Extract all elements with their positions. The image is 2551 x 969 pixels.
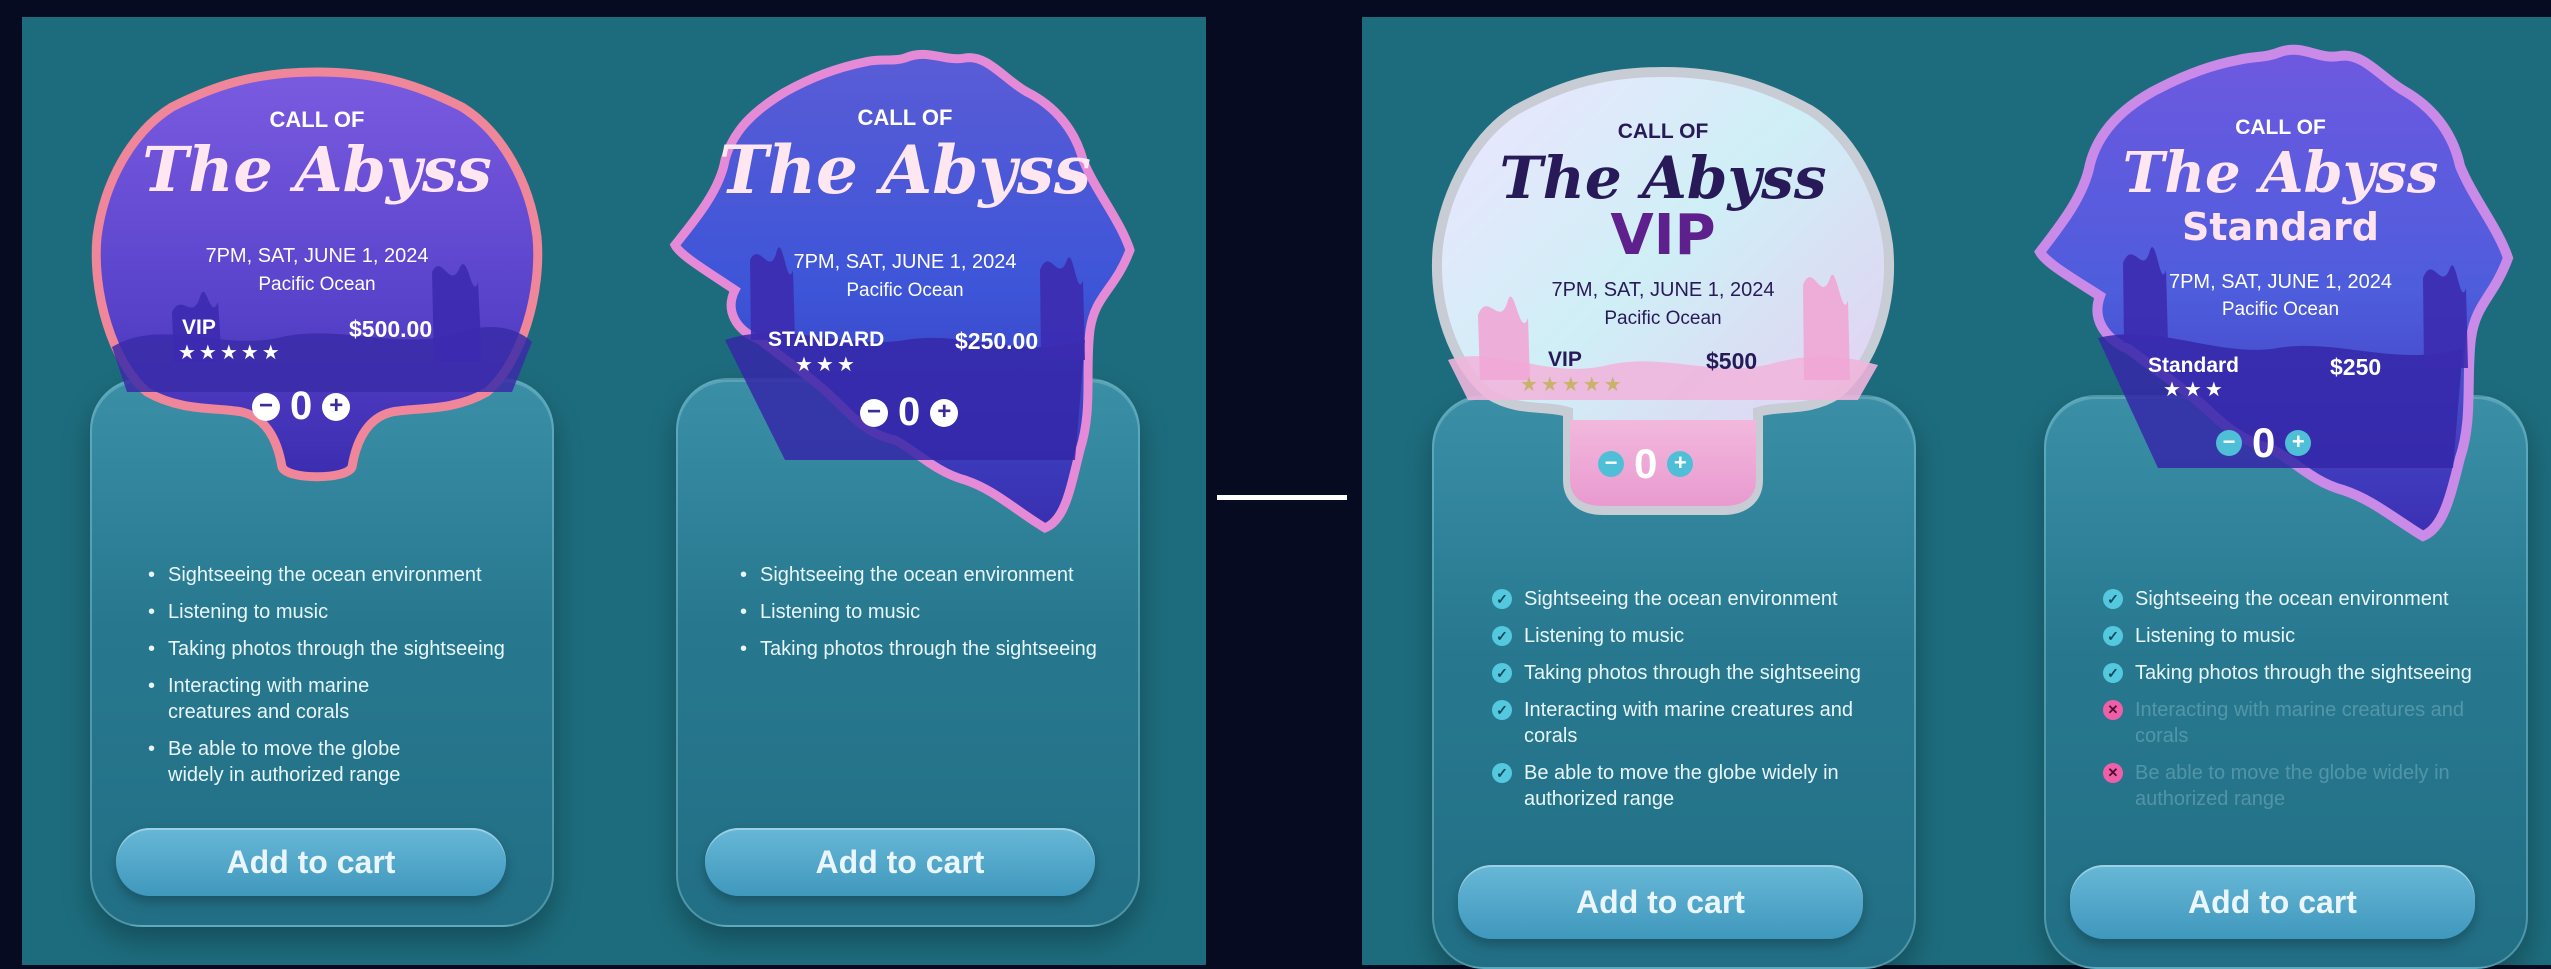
shell-ticket-vip-new: CALL OF The Abyss VIP 7PM, SAT, JUNE 1, …	[1418, 60, 1908, 520]
decrement-button[interactable]: −	[1598, 451, 1624, 477]
comparison-divider	[1217, 495, 1347, 500]
increment-button[interactable]: +	[930, 398, 959, 427]
event-date: 7PM, SAT, JUNE 1, 2024	[793, 251, 1017, 273]
rating-stars: ★★★	[2163, 379, 2226, 401]
event-date: 7PM, SAT, JUNE 1, 2024	[2168, 271, 2393, 293]
check-icon: ✓	[1492, 763, 1512, 783]
feature-item: ✓ Listening to music	[2103, 623, 2495, 649]
check-icon: ✓	[1492, 589, 1512, 609]
feature-item: • Be able to move the globe widely in aut…	[148, 738, 401, 786]
feature-item: ✓ Sightseeing the ocean environment	[1492, 586, 1884, 612]
feature-item: • Sightseeing the ocean environment	[148, 564, 482, 586]
add-to-cart-button[interactable]: Add to cart	[1458, 865, 1863, 939]
check-icon: ✓	[1492, 663, 1512, 683]
check-icon: ✓	[2103, 589, 2123, 609]
feature-item: • Interacting with marine creatures and c…	[148, 675, 370, 723]
increment-button[interactable]: +	[2285, 430, 2312, 456]
event-logo: CALL OF The Abyss	[718, 105, 1092, 209]
shell-ticket-standard-new: CALL OF The Abyss Standard 7PM, SAT, JUN…	[2028, 38, 2533, 543]
check-icon: ✓	[2103, 626, 2123, 646]
quantity-value: 0	[290, 384, 313, 428]
check-icon: ✓	[2103, 663, 2123, 683]
feature-list: ✓ Sightseeing the ocean environment ✓ List…	[2103, 586, 2495, 823]
decrement-button[interactable]: −	[252, 392, 280, 421]
ticket-price: $500	[1706, 348, 1758, 374]
ticket-tier: Standard	[2148, 354, 2240, 377]
event-venue: Pacific Ocean	[1604, 308, 1722, 329]
shell-ticket-vip-old: CALL OF The Abyss 7PM, SAT, JUNE 1, 2024…	[82, 62, 552, 487]
ticket-price: $250	[2330, 354, 2382, 380]
event-logo: CALL OF The Abyss	[1499, 120, 1827, 212]
rating-stars: ★★★	[795, 354, 858, 376]
check-icon: ✓	[1492, 700, 1512, 720]
add-to-cart-button[interactable]: Add to cart	[116, 828, 506, 896]
rating-stars: ★★★★★	[1520, 374, 1625, 396]
add-to-cart-button[interactable]: Add to cart	[2070, 865, 2475, 939]
feature-item: ✓ Sightseeing the ocean environment	[2103, 586, 2495, 612]
feature-item: • Taking photos through the sightseeing	[148, 638, 505, 660]
ticket-tier-heading: VIP	[1610, 203, 1716, 268]
event-date: 7PM, SAT, JUNE 1, 2024	[205, 245, 429, 267]
quantity-value: 0	[2252, 419, 2276, 466]
event-venue: Pacific Ocean	[2221, 299, 2340, 320]
feature-item: • Listening to music	[740, 601, 921, 623]
decrement-button[interactable]: −	[2216, 430, 2242, 456]
feature-item: • Taking photos through the sightseeing	[740, 638, 1097, 660]
increment-button[interactable]: +	[1667, 451, 1694, 477]
feature-item: ✓ Be able to move the globe widely in aut…	[1492, 760, 1884, 812]
check-icon: ✓	[1492, 626, 1512, 646]
quantity-value: 0	[898, 390, 921, 434]
increment-button[interactable]: +	[322, 392, 351, 421]
event-date: 7PM, SAT, JUNE 1, 2024	[1551, 279, 1775, 301]
quantity-stepper: − 0 +	[860, 390, 959, 435]
ticket-tier: VIP	[182, 316, 216, 339]
feature-list: ✓ Sightseeing the ocean environment ✓ List…	[1492, 586, 1884, 823]
cross-icon: ✕	[2103, 700, 2123, 720]
event-logo: CALL OF The Abyss	[142, 107, 492, 206]
ticket-price: $500.00	[349, 316, 433, 342]
shell-ticket-standard-old: CALL OF The Abyss 7PM, SAT, JUNE 1, 2024…	[665, 40, 1145, 540]
feature-list: • Sightseeing the ocean environment • List…	[740, 562, 1100, 673]
ticket-tier: VIP	[1548, 348, 1582, 371]
quantity-value: 0	[1634, 440, 1658, 487]
quantity-stepper: − 0 +	[252, 384, 351, 429]
quantity-stepper: − 0 +	[2216, 419, 2312, 467]
ticket-price: $250.00	[955, 328, 1039, 354]
decrement-button[interactable]: −	[860, 398, 888, 427]
cross-icon: ✕	[2103, 763, 2123, 783]
quantity-stepper: − 0 +	[1598, 440, 1694, 488]
feature-item: • Sightseeing the ocean environment	[740, 564, 1074, 586]
event-venue: Pacific Ocean	[258, 274, 376, 295]
feature-item: ✓ Taking photos through the sightseeing	[2103, 660, 2495, 686]
ticket-tier: STANDARD	[768, 328, 885, 351]
feature-item: ✓ Listening to music	[1492, 623, 1884, 649]
event-venue: Pacific Ocean	[846, 280, 964, 301]
event-logo: CALL OF The Abyss	[2122, 116, 2439, 206]
feature-item-unavailable: ✕ Interacting with marine creatures and c…	[2103, 697, 2495, 749]
feature-item: ✓ Interacting with marine creatures and c…	[1492, 697, 1884, 749]
rating-stars: ★★★★★	[178, 342, 283, 364]
feature-list: • Sightseeing the ocean environment • List…	[148, 562, 508, 799]
feature-item: • Listening to music	[148, 601, 329, 623]
feature-item: ✓ Taking photos through the sightseeing	[1492, 660, 1884, 686]
feature-item-unavailable: ✕ Be able to move the globe widely in aut…	[2103, 760, 2495, 812]
add-to-cart-button[interactable]: Add to cart	[705, 828, 1095, 896]
ticket-tier-heading: Standard	[2181, 205, 2379, 249]
